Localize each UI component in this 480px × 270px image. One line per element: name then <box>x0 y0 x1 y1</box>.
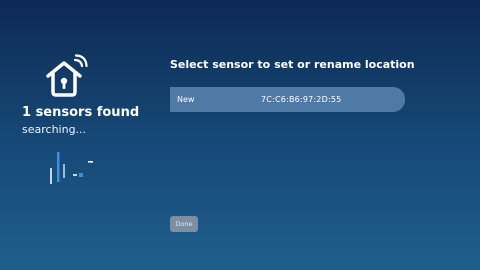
sensor-mac-address: 7C:C6:B6:97:2D:55 <box>261 95 342 104</box>
sensor-location: New <box>177 95 195 104</box>
home-wifi-icon <box>46 54 88 97</box>
scan-status-panel: 1 sensors found searching... <box>0 0 160 270</box>
sensors-found-count: 1 sensors found <box>22 105 140 120</box>
searching-status: searching... <box>22 123 87 136</box>
sensor-list-item[interactable]: New 7C:C6:B6:97:2D:55 <box>170 87 405 112</box>
signal-bars-icon <box>50 152 93 184</box>
select-sensor-heading: Select sensor to set or rename location <box>170 58 415 71</box>
done-button[interactable]: Done <box>170 216 198 232</box>
